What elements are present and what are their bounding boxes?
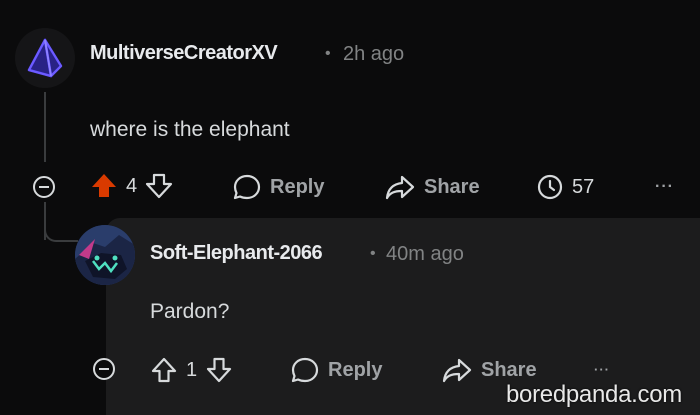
vote-count: 1 xyxy=(186,358,198,381)
comment-username[interactable]: MultiverseCreatorXV xyxy=(90,42,278,65)
comment-timestamp: 2h ago xyxy=(343,43,405,65)
comment-body: where is the elephant xyxy=(90,118,290,141)
award-button[interactable]: 57 xyxy=(536,173,594,201)
share-arrow-icon xyxy=(442,358,472,383)
speech-bubble-icon xyxy=(233,174,261,200)
share-label: Share xyxy=(481,358,537,381)
vote-controls: 1 xyxy=(150,356,233,384)
comment-thread: MultiverseCreatorXV • 2h ago where is th… xyxy=(0,0,700,415)
thread-line xyxy=(44,92,46,162)
share-label: Share xyxy=(424,175,480,198)
downvote-icon xyxy=(207,357,232,383)
share-button[interactable]: Share xyxy=(384,173,480,201)
share-button[interactable]: Share xyxy=(441,356,537,384)
more-options-button[interactable]: ··· xyxy=(594,362,610,377)
reply-button[interactable]: Reply xyxy=(290,356,382,384)
vote-count: 4 xyxy=(126,174,138,197)
meta-separator: • xyxy=(325,45,331,62)
share-arrow-icon xyxy=(385,175,415,200)
thread-connector xyxy=(44,222,78,242)
meta-separator: • xyxy=(370,245,376,262)
reply-button[interactable]: Reply xyxy=(232,173,324,201)
reply-timestamp: 40m ago xyxy=(386,243,464,265)
award-count: 57 xyxy=(572,175,595,198)
upvote-button[interactable] xyxy=(90,172,118,200)
reply-label: Reply xyxy=(328,358,383,381)
reply-label: Reply xyxy=(270,175,325,198)
avatar[interactable] xyxy=(75,225,135,285)
downvote-icon xyxy=(146,173,173,199)
snoo-avatar-icon xyxy=(75,225,135,285)
collapse-thread-button[interactable] xyxy=(93,358,115,380)
upvote-button[interactable] xyxy=(150,356,178,384)
reply-body: Pardon? xyxy=(150,300,230,323)
vote-controls: 4 xyxy=(90,172,173,200)
more-options-button[interactable]: ··· xyxy=(655,178,674,196)
upvote-icon xyxy=(151,357,177,383)
speech-bubble-icon xyxy=(291,357,319,383)
collapse-thread-button[interactable] xyxy=(33,176,55,198)
pyramid-avatar-icon xyxy=(27,38,63,78)
watermark: boredpanda.com xyxy=(506,381,682,408)
reply-username[interactable]: Soft-Elephant-2066 xyxy=(150,242,323,265)
clock-award-icon xyxy=(537,174,563,200)
upvote-icon xyxy=(92,174,116,197)
downvote-button[interactable] xyxy=(145,172,173,200)
downvote-button[interactable] xyxy=(205,356,233,384)
avatar[interactable] xyxy=(15,28,75,88)
